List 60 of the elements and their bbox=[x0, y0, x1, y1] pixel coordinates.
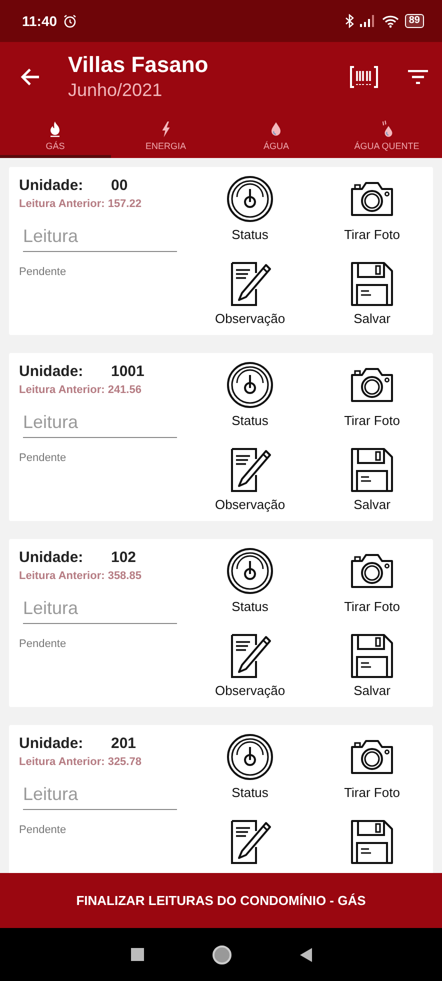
battery-indicator: 89 bbox=[404, 14, 424, 28]
wifi-icon bbox=[382, 14, 399, 28]
reading-input-field[interactable]: Leitura bbox=[23, 780, 177, 810]
reading-input-field[interactable]: Leitura bbox=[23, 408, 177, 438]
reading-input-field[interactable]: Leitura bbox=[23, 222, 177, 252]
reading-status: Pendente bbox=[19, 452, 68, 464]
save-button[interactable]: Salvar bbox=[348, 259, 396, 326]
unit-number: 201 bbox=[111, 735, 136, 753]
page-title: Villas Fasano bbox=[68, 52, 210, 78]
unit-label: Unidade: bbox=[19, 177, 84, 195]
signal-icon bbox=[360, 15, 376, 27]
status-button[interactable]: Status bbox=[226, 547, 274, 614]
unit-number: 102 bbox=[111, 549, 136, 567]
gauge-icon bbox=[226, 361, 274, 409]
note-button[interactable]: Observação bbox=[214, 445, 286, 512]
reading-status: Pendente bbox=[19, 638, 68, 650]
reading-input-field[interactable]: Leitura bbox=[23, 594, 177, 624]
reading-status: Pendente bbox=[19, 266, 68, 278]
back-icon[interactable] bbox=[300, 948, 312, 962]
unit-number: 1001 bbox=[111, 363, 144, 381]
previous-reading: Leitura Anterior: 358.85 bbox=[19, 570, 142, 582]
photo-button[interactable]: Tirar Foto bbox=[344, 175, 400, 242]
recent-apps-icon[interactable] bbox=[130, 948, 144, 961]
save-button[interactable]: Salvar bbox=[348, 631, 396, 698]
status-time: 11:40 bbox=[22, 13, 58, 29]
bluetooth-icon bbox=[344, 14, 354, 28]
previous-reading: Leitura Anterior: 157.22 bbox=[19, 198, 142, 210]
photo-button[interactable]: Tirar Foto bbox=[344, 733, 400, 800]
note-button[interactable]: Observação bbox=[214, 259, 286, 326]
reading-status: Pendente bbox=[19, 824, 68, 836]
back-arrow-icon bbox=[20, 68, 40, 86]
alarm-clock-icon bbox=[63, 14, 78, 28]
barcode-scan-icon bbox=[350, 66, 378, 88]
tab[interactable]: ENERGIA bbox=[110, 112, 221, 158]
barcode-scan-button[interactable] bbox=[350, 66, 378, 88]
gauge-icon bbox=[226, 547, 274, 595]
unit-label: Unidade: bbox=[19, 363, 84, 381]
gauge-icon bbox=[226, 733, 274, 781]
status-button[interactable]: Status bbox=[226, 175, 274, 242]
photo-button[interactable]: Tirar Foto bbox=[344, 361, 400, 428]
previous-reading: Leitura Anterior: 241.56 bbox=[19, 384, 142, 396]
tab[interactable]: ÁGUA bbox=[221, 112, 332, 158]
back-button[interactable] bbox=[20, 68, 40, 86]
status-button[interactable]: Status bbox=[226, 361, 274, 428]
unit-label: Unidade: bbox=[19, 735, 84, 753]
home-icon[interactable] bbox=[212, 944, 232, 964]
page-subtitle: Junho/2021 bbox=[68, 79, 164, 102]
unit-number: 00 bbox=[111, 177, 128, 195]
filter-icon bbox=[408, 70, 428, 84]
filter-button[interactable] bbox=[408, 70, 428, 84]
save-button[interactable]: Salvar bbox=[348, 445, 396, 512]
save-button[interactable] bbox=[348, 817, 396, 865]
tab[interactable]: ÁGUA QUENTE bbox=[332, 112, 442, 158]
photo-button[interactable]: Tirar Foto bbox=[344, 547, 400, 614]
previous-reading: Leitura Anterior: 325.78 bbox=[19, 756, 142, 768]
status-button[interactable]: Status bbox=[226, 733, 274, 800]
note-button[interactable]: Observação bbox=[214, 631, 286, 698]
finish-readings-button[interactable]: FINALIZAR LEITURAS DO CONDOMÍNIO - GÁS bbox=[0, 873, 442, 928]
unit-label: Unidade: bbox=[19, 549, 84, 567]
gauge-icon bbox=[226, 175, 274, 223]
